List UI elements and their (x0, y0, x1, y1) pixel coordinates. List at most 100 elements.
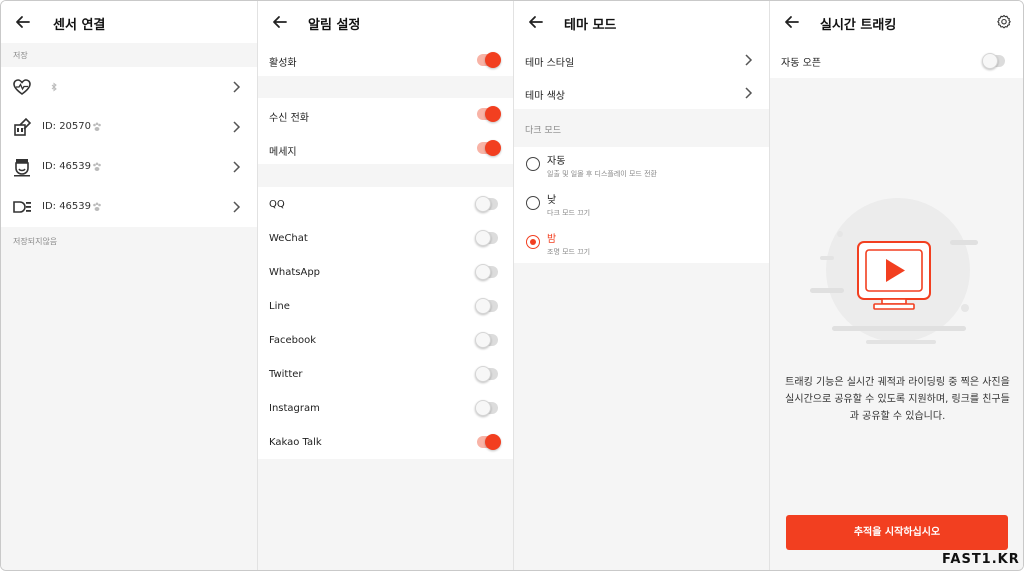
header: 알림 설정 (258, 1, 513, 43)
live-tracking-panel: 실시간 트래킹 자동 오픈 트래킹 기능은 실시간 궤적과 라이딩링 중 찍은 … (770, 1, 1023, 570)
toggle-knob (485, 434, 501, 450)
message-toggle[interactable] (477, 140, 501, 156)
toggle-row-wechat: WeChat (258, 221, 513, 255)
toggle-row-message: 메세지 (258, 131, 513, 164)
start-tracking-button[interactable]: 추적을 시작하십시오 (786, 515, 1008, 550)
theme-color-row[interactable]: 테마 색상 (514, 76, 769, 109)
notification-settings-panel: 알림 설정 활성화 수신 전화 메세지 QQ WeChat WhatsApp L… (258, 1, 513, 570)
back-arrow-icon[interactable] (526, 12, 546, 32)
toggle-label: 수신 전화 (269, 113, 309, 124)
tracking-description: 트래킹 기능은 실시간 궤적과 라이딩링 중 찍은 사진을실시간으로 공유할 수… (785, 377, 1010, 422)
option-title: 낮 (547, 195, 557, 206)
radio-button[interactable] (526, 157, 540, 171)
toggle-knob (982, 53, 998, 69)
app-window: 센서 연결 저장 ID: 20570 ID: 46539 ID: 46539 저… (0, 0, 1024, 571)
toggle-label: Instagram (269, 403, 320, 414)
kakao-talk-toggle[interactable] (477, 434, 501, 450)
sensor-row-cadence[interactable]: ID: 46539 (1, 147, 257, 187)
toggle-row-enable: 활성화 (258, 43, 513, 76)
chevron-right-icon (745, 87, 753, 99)
radio-button[interactable] (526, 196, 540, 210)
toggle-row-kakao-talk: Kakao Talk (258, 425, 513, 459)
toggle-label: Facebook (269, 335, 316, 346)
power-meter-icon (14, 117, 32, 136)
option-title: 밤 (547, 234, 557, 245)
whatsapp-toggle[interactable] (475, 264, 498, 280)
page-title: 알림 설정 (308, 18, 361, 33)
toggle-knob (475, 264, 491, 280)
back-arrow-icon[interactable] (270, 12, 290, 32)
sensor-id: ID: 46539 (42, 161, 92, 172)
theme-style-label: 테마 스타일 (525, 58, 575, 69)
gear-icon[interactable] (996, 14, 1012, 30)
toggle-knob (485, 140, 501, 156)
option-title: 자동 (547, 156, 566, 167)
back-arrow-icon[interactable] (13, 12, 33, 32)
toggle-knob (485, 52, 501, 68)
app-notification-list: QQ WeChat WhatsApp Line Facebook Twitter (258, 187, 513, 459)
auto-open-toggle[interactable] (982, 53, 1005, 69)
chevron-right-icon (233, 81, 241, 93)
bluetooth-icon (51, 82, 57, 92)
chevron-right-icon (233, 161, 241, 173)
heart-rate-icon (13, 79, 31, 95)
theme-settings-group: 테마 스타일 테마 색상 (514, 43, 769, 109)
toggle-row-incoming-call: 수신 전화 (258, 98, 513, 131)
back-arrow-icon[interactable] (782, 12, 802, 32)
radio-button-selected[interactable] (526, 235, 540, 249)
dark-mode-section-label: 다크 모드 (525, 126, 561, 136)
option-night[interactable]: 밤 조명 모드 끄기 (514, 225, 769, 263)
auto-open-label: 자동 오픈 (781, 58, 821, 69)
qq-toggle[interactable] (475, 196, 498, 212)
toggle-knob (475, 332, 491, 348)
toggle-label: WeChat (269, 233, 308, 244)
sensor-id: ID: 20570 (42, 121, 92, 132)
enable-toggle[interactable] (477, 52, 501, 68)
ant-plus-icon (93, 202, 101, 211)
header: 센서 연결 (1, 1, 257, 43)
option-subtitle: 조명 모드 끄기 (547, 248, 591, 256)
toggle-label: WhatsApp (269, 267, 321, 278)
option-day[interactable]: 낮 다크 모드 끄기 (514, 186, 769, 224)
twitter-toggle[interactable] (475, 366, 498, 382)
sensor-row-heart-rate[interactable] (1, 67, 257, 107)
toggle-label: Kakao Talk (269, 437, 322, 448)
incoming-call-toggle[interactable] (477, 106, 501, 122)
option-subtitle: 일출 및 일몰 후 디스플레이 모드 전환 (547, 170, 657, 178)
toggle-row-instagram: Instagram (258, 391, 513, 425)
toggle-label: 메세지 (269, 147, 297, 158)
toggle-row-whatsapp: WhatsApp (258, 255, 513, 289)
chevron-right-icon (745, 54, 753, 66)
watermark: FAST1.KR (942, 552, 1020, 567)
toggle-label: Twitter (269, 369, 303, 380)
toggle-label: 활성화 (269, 58, 297, 69)
theme-style-row[interactable]: 테마 스타일 (514, 43, 769, 76)
option-auto[interactable]: 자동 일출 및 일몰 후 디스플레이 모드 전환 (514, 147, 769, 185)
toggle-knob (475, 298, 491, 314)
sensor-row-power-meter[interactable]: ID: 20570 (1, 107, 257, 147)
call-message-group: 수신 전화 메세지 (258, 98, 513, 164)
instagram-toggle[interactable] (475, 400, 498, 416)
ant-plus-icon (93, 162, 101, 171)
sensor-row-speed[interactable]: ID: 46539 (1, 187, 257, 227)
facebook-toggle[interactable] (475, 332, 498, 348)
header: 실시간 트래킹 (770, 1, 1023, 43)
option-subtitle: 다크 모드 끄기 (547, 209, 591, 217)
toggle-knob (485, 106, 501, 122)
sensor-connect-panel: 센서 연결 저장 ID: 20570 ID: 46539 ID: 46539 저… (1, 1, 257, 570)
ant-plus-icon (93, 122, 101, 131)
unsaved-section-label: 저장되지않음 (13, 237, 58, 246)
page-title: 테마 모드 (564, 18, 617, 33)
chevron-right-icon (233, 121, 241, 133)
wechat-toggle[interactable] (475, 230, 498, 246)
toggle-row-line: Line (258, 289, 513, 323)
toggle-row-facebook: Facebook (258, 323, 513, 357)
line-toggle[interactable] (475, 298, 498, 314)
header: 테마 모드 (514, 1, 769, 43)
toggle-knob (475, 400, 491, 416)
page-title: 센서 연결 (53, 18, 106, 33)
toggle-knob (475, 230, 491, 246)
toggle-row-twitter: Twitter (258, 357, 513, 391)
page-title: 실시간 트래킹 (820, 18, 897, 33)
toggle-knob (475, 366, 491, 382)
